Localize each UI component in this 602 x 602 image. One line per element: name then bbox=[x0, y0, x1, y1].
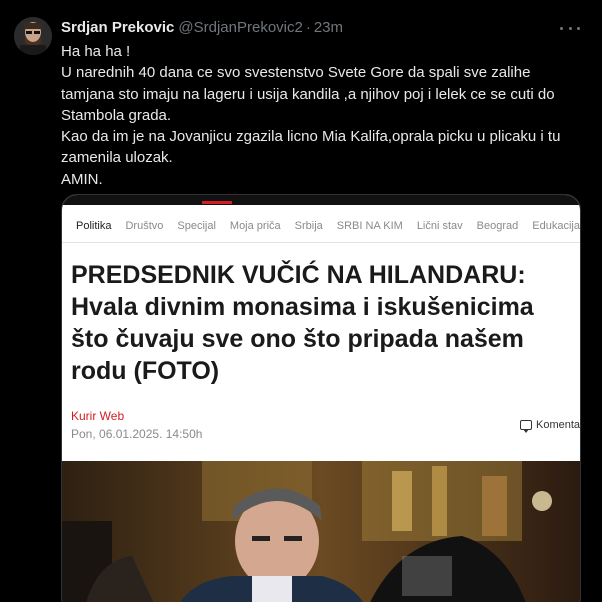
nav-item-licni-stav[interactable]: Lični stav bbox=[417, 220, 463, 232]
article-source[interactable]: Kurir Web bbox=[71, 409, 124, 423]
nav-item-srbi-na-kim[interactable]: SRBI NA KIM bbox=[337, 220, 403, 232]
avatar[interactable] bbox=[14, 17, 52, 55]
nav-item-edukacija[interactable]: Edukacija bbox=[532, 220, 580, 232]
headline-line: što čuvaju sve ono što pripada našem bbox=[71, 325, 524, 353]
tweet: Srdjan Prekovic @SrdjanPrekovic2 · 23m H… bbox=[0, 0, 602, 602]
author-handle[interactable]: @SrdjanPrekovic2 bbox=[178, 19, 302, 36]
embedded-screenshot[interactable]: Politika Društvo Specijal Moja priča Srb… bbox=[61, 194, 581, 602]
article-page: Politika Društvo Specijal Moja priča Srb… bbox=[62, 195, 581, 602]
headline-line: Hvala divnim monasima i iskušenicima bbox=[71, 293, 534, 321]
headline-line: rodu (FOTO) bbox=[71, 357, 220, 385]
nav-item-drustvo[interactable]: Društvo bbox=[125, 220, 163, 232]
tweet-line: AMIN. bbox=[61, 170, 103, 188]
more-icon[interactable] bbox=[560, 21, 580, 35]
article-headline[interactable]: PREDSEDNIK VUČIĆ NA HILANDARU: Hvala div… bbox=[71, 259, 576, 387]
comment-icon bbox=[520, 420, 532, 433]
article-nav: Politika Društvo Specijal Moja priča Srb… bbox=[62, 209, 580, 243]
nav-item-moja-prica[interactable]: Moja priča bbox=[230, 220, 281, 232]
nav-item-specijal[interactable]: Specijal bbox=[177, 220, 216, 232]
comments-button[interactable]: Komentari bbox=[520, 419, 581, 433]
separator: · bbox=[305, 19, 311, 36]
tweet-header: Srdjan Prekovic @SrdjanPrekovic2 · 23m bbox=[61, 19, 572, 39]
tweet-line: zamenila ulozak. bbox=[61, 149, 173, 167]
tweet-line: Kao da im je na Jovanjicu zgazila licno … bbox=[61, 128, 561, 146]
tweet-line: U narednih 40 dana ce svo svestenstvo Sv… bbox=[61, 64, 531, 82]
tweet-line: Stambola grada. bbox=[61, 106, 172, 124]
article-photo[interactable] bbox=[62, 461, 580, 602]
nav-item-beograd[interactable]: Beograd bbox=[477, 220, 519, 232]
comments-label: Komentari bbox=[536, 419, 581, 431]
article-date: Pon, 06.01.2025. 14:50h bbox=[71, 427, 203, 441]
tweet-text: Ha ha ha ! U narednih 40 dana ce svo sve… bbox=[61, 41, 591, 190]
headline-line: PREDSEDNIK VUČIĆ NA HILANDARU: bbox=[71, 261, 526, 289]
author-name[interactable]: Srdjan Prekovic bbox=[61, 19, 174, 36]
nav-item-srbija[interactable]: Srbija bbox=[295, 220, 323, 232]
tweet-line: tamjana sto imaju na lageru i usija kand… bbox=[61, 85, 555, 103]
nav-item-politika[interactable]: Politika bbox=[76, 220, 111, 232]
tweet-line: Ha ha ha ! bbox=[61, 43, 131, 60]
timestamp[interactable]: 23m bbox=[314, 19, 343, 36]
article-topbar bbox=[62, 195, 580, 205]
